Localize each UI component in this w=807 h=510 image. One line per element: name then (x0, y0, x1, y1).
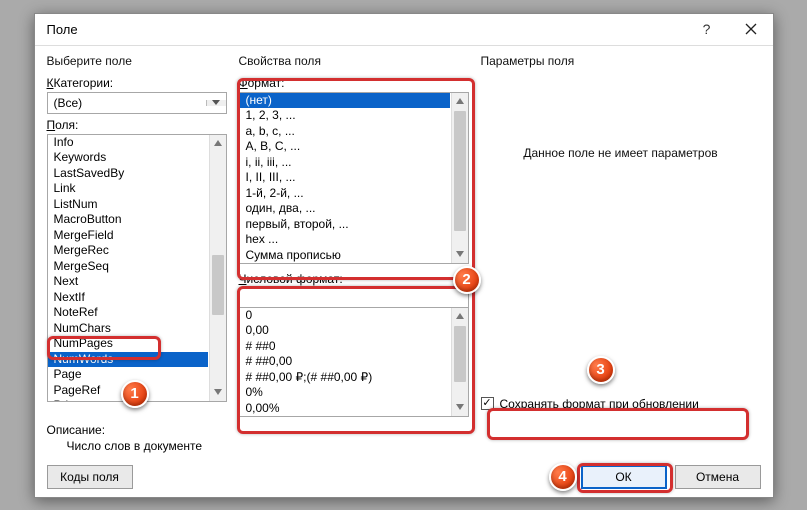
scrollbar[interactable] (451, 308, 468, 416)
list-item[interactable]: i, ii, iii, ... (240, 155, 450, 171)
list-item[interactable]: Keywords (48, 150, 208, 166)
list-item[interactable]: Page (48, 367, 208, 383)
list-item[interactable]: # ##0 (240, 339, 450, 355)
list-item[interactable]: MacroButton (48, 212, 208, 228)
annotation-badge-4: 4 (549, 463, 577, 491)
list-item[interactable]: Link (48, 181, 208, 197)
checkbox-icon: ✓ (481, 397, 494, 410)
list-item[interactable]: Info (48, 135, 208, 151)
numeric-format-label: Числовой формат: (239, 272, 469, 286)
dialog-title: Поле (35, 22, 78, 37)
properties-group-title: Свойства поля (239, 54, 469, 68)
list-item[interactable]: # ##0,00 (240, 354, 450, 370)
preserve-format-label: Сохранять формат при обновлении (500, 397, 699, 411)
fields-label: Поля: (47, 118, 227, 132)
titlebar: Поле ? (35, 14, 773, 46)
list-item[interactable]: Print (48, 398, 208, 401)
list-item[interactable]: Сумма прописью (240, 248, 450, 263)
list-item[interactable]: 1-й, 2-й, ... (240, 186, 450, 202)
list-item[interactable]: ListNum (48, 197, 208, 213)
list-item[interactable]: 0,00 (240, 323, 450, 339)
numeric-format-input[interactable] (239, 288, 469, 308)
list-item[interactable]: hex ... (240, 232, 450, 248)
categories-label: ККатегории: (47, 76, 227, 90)
list-item[interactable]: I, II, III, ... (240, 170, 450, 186)
list-item[interactable]: NoteRef (48, 305, 208, 321)
scrollbar[interactable] (209, 135, 226, 401)
close-icon (745, 23, 757, 35)
list-item[interactable]: первый, второй, ... (240, 217, 450, 233)
list-item[interactable]: NumChars (48, 321, 208, 337)
scrollbar[interactable] (451, 93, 468, 263)
categories-value: (Все) (48, 96, 206, 110)
help-button[interactable]: ? (685, 13, 729, 45)
list-item[interactable]: один, два, ... (240, 201, 450, 217)
list-item[interactable]: MergeSeq (48, 259, 208, 275)
chevron-down-icon (206, 100, 226, 106)
fields-listbox[interactable]: InfoKeywordsLastSavedByLinkListNumMacroB… (47, 134, 227, 402)
categories-combo[interactable]: (Все) (47, 92, 227, 114)
ok-button[interactable]: ОК (581, 465, 667, 489)
list-item[interactable]: NextIf (48, 290, 208, 306)
list-item[interactable]: 0 (240, 308, 450, 324)
list-item[interactable]: NumPages (48, 336, 208, 352)
list-item[interactable]: LastSavedBy (48, 166, 208, 182)
list-item[interactable]: # ##0,00 ₽;(# ##0,00 ₽) (240, 370, 450, 386)
select-field-group-title: Выберите поле (47, 54, 227, 68)
list-item[interactable]: A, B, C, ... (240, 139, 450, 155)
list-item[interactable]: MergeRec (48, 243, 208, 259)
no-params-message: Данное поле не имеет параметров (481, 72, 761, 235)
numeric-format-listbox[interactable]: 00,00# ##0# ##0,00# ##0,00 ₽;(# ##0,00 ₽… (239, 307, 469, 417)
options-group-title: Параметры поля (481, 54, 761, 68)
description-label: Описание: (47, 423, 761, 437)
list-item[interactable]: (нет) (240, 93, 450, 109)
list-item[interactable]: 1, 2, 3, ... (240, 108, 450, 124)
list-item[interactable]: Next (48, 274, 208, 290)
list-item[interactable]: NumWords (48, 352, 208, 368)
format-listbox[interactable]: (нет)1, 2, 3, ...a, b, c, ...A, B, C, ..… (239, 92, 469, 264)
list-item[interactable]: 0,00% (240, 401, 450, 416)
list-item[interactable]: a, b, c, ... (240, 124, 450, 140)
list-item[interactable]: MergeField (48, 228, 208, 244)
list-item[interactable]: 0% (240, 385, 450, 401)
field-codes-button[interactable]: Коды поля (47, 465, 133, 489)
preserve-format-checkbox[interactable]: ✓ Сохранять формат при обновлении (481, 397, 761, 411)
cancel-button[interactable]: Отмена (675, 465, 761, 489)
format-label: Формат: (239, 76, 469, 90)
list-item[interactable]: PageRef (48, 383, 208, 399)
description-value: Число слов в документе (47, 439, 761, 453)
field-dialog: Поле ? Выберите поле ККатегории: (Все) П… (34, 13, 774, 498)
close-button[interactable] (729, 13, 773, 45)
